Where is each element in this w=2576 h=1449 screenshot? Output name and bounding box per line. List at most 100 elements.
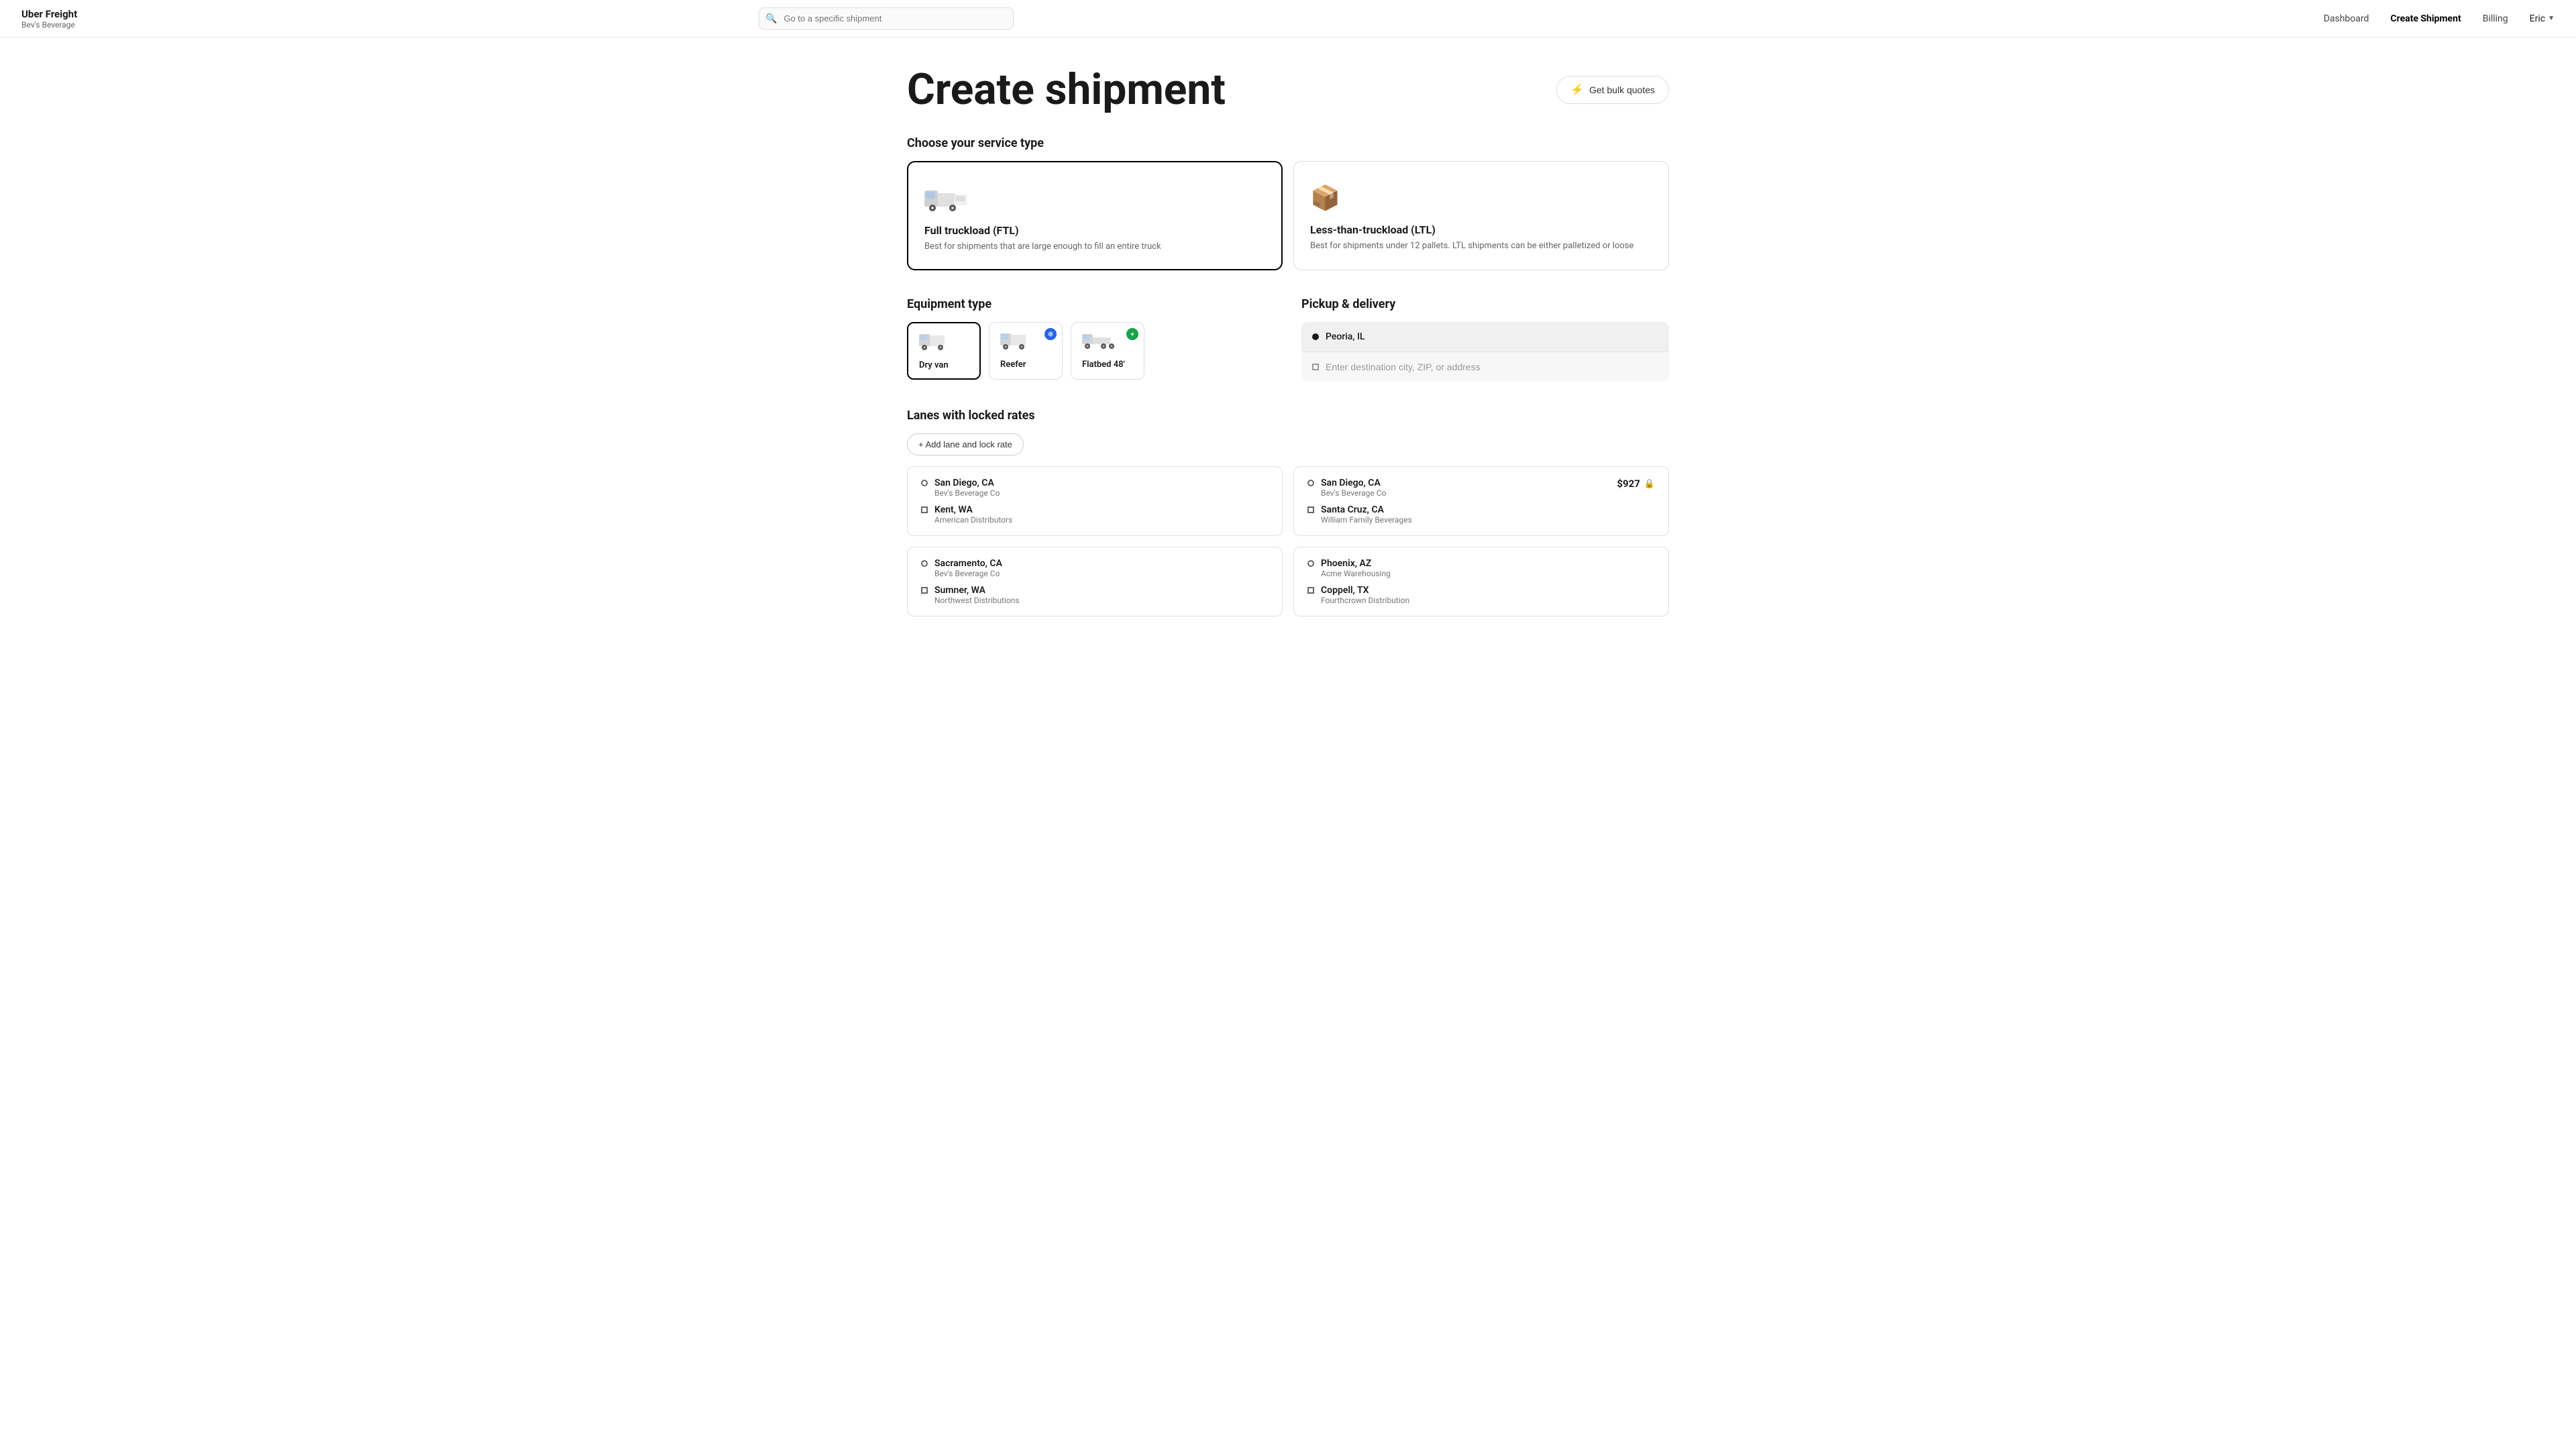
lane-origin-city-3: Phoenix, AZ (1321, 558, 1391, 569)
lane-origin-city-0: San Diego, CA (934, 478, 1000, 488)
dry-van-label: Dry van (919, 360, 949, 370)
lane-origin-company-0: Bev's Beverage Co (934, 488, 1000, 498)
flatbed-truck-icon (1082, 331, 1126, 350)
nav-dashboard[interactable]: Dashboard (2324, 13, 2369, 24)
lanes-heading: Lanes with locked rates (907, 409, 1669, 423)
pickup-delivery-section: Pickup & delivery Peoria, IL (1301, 297, 1669, 382)
lane-dest-city-2: Sumner, WA (934, 585, 1020, 596)
bulk-quotes-button[interactable]: ⚡ Get bulk quotes (1556, 76, 1669, 104)
lane-origin-city-1: San Diego, CA (1321, 478, 1386, 488)
nav-links: Dashboard Create Shipment Billing Eric ▼ (2324, 13, 2555, 24)
brand: Uber Freight Bev's Beverage (21, 8, 77, 30)
add-lane-label: + Add lane and lock rate (918, 439, 1012, 449)
ltl-icon-container: 📦 (1310, 178, 1652, 218)
equip-card-flatbed[interactable]: Flatbed 48' + (1071, 322, 1144, 380)
add-lane-button[interactable]: + Add lane and lock rate (907, 433, 1024, 455)
equipment-pickup-row: Equipment type Dry v (907, 297, 1669, 382)
main-content: Create shipment ⚡ Get bulk quotes Choose… (885, 38, 1690, 643)
reefer-icon (1000, 331, 1037, 354)
lane-dest-row-1: Santa Cruz, CA William Family Beverages (1307, 504, 1617, 525)
lane-dest-row-0: Kent, WA American Distributors (921, 504, 1269, 525)
lane-card-0[interactable]: San Diego, CA Bev's Beverage Co Kent, WA… (907, 466, 1283, 536)
flatbed-badge: + (1126, 328, 1138, 340)
box-icon: 📦 (1310, 184, 1340, 212)
nav-billing[interactable]: Billing (2483, 13, 2508, 24)
navbar: Uber Freight Bev's Beverage 🔍 Dashboard … (0, 0, 2576, 38)
search-container: 🔍 (759, 7, 1014, 30)
brand-name: Uber Freight (21, 8, 77, 20)
lane-origin-company-2: Bev's Beverage Co (934, 569, 1002, 578)
lane-dest-company-0: American Distributors (934, 515, 1012, 525)
page-title: Create shipment (907, 64, 1226, 115)
origin-dot-icon (1312, 333, 1319, 340)
dry-van-truck-icon (919, 331, 956, 350)
lane-card-3[interactable]: Phoenix, AZ Acme Warehousing Coppell, TX… (1293, 547, 1669, 616)
destination-square-icon (1312, 364, 1319, 370)
lane-origin-icon-0 (921, 480, 928, 486)
lane-dest-icon-0 (921, 506, 928, 513)
lanes-grid: San Diego, CA Bev's Beverage Co Kent, WA… (907, 466, 1669, 616)
lane-dest-company-1: William Family Beverages (1321, 515, 1412, 525)
lane-origin-icon-3 (1307, 560, 1314, 567)
lane-card-2[interactable]: Sacramento, CA Bev's Beverage Co Sumner,… (907, 547, 1283, 616)
bolt-icon: ⚡ (1570, 83, 1584, 97)
lane-header-row-1: San Diego, CA Bev's Beverage Co Santa Cr… (1307, 478, 1655, 525)
flatbed-label: Flatbed 48' (1082, 360, 1125, 370)
origin-value: Peoria, IL (1326, 331, 1365, 342)
lane-origin-row-2: Sacramento, CA Bev's Beverage Co (921, 558, 1269, 578)
equipment-type-section: Equipment type Dry v (907, 297, 1275, 382)
lane-origin-icon-1 (1307, 480, 1314, 486)
ftl-desc: Best for shipments that are large enough… (924, 241, 1265, 253)
brand-sub: Bev's Beverage (21, 20, 77, 30)
search-input[interactable] (759, 7, 1014, 30)
lane-dest-icon-2 (921, 587, 928, 594)
lane-origin-icon-2 (921, 560, 928, 567)
lane-dest-icon-1 (1307, 506, 1314, 513)
truck-icon (924, 185, 971, 212)
pickup-delivery-container: Peoria, IL (1301, 322, 1669, 382)
lane-card-1[interactable]: San Diego, CA Bev's Beverage Co Santa Cr… (1293, 466, 1669, 536)
lane-origin-row-3: Phoenix, AZ Acme Warehousing (1307, 558, 1655, 578)
search-icon: 🔍 (765, 13, 777, 24)
equip-card-dry-van[interactable]: Dry van (907, 322, 981, 380)
ltl-desc: Best for shipments under 12 pallets. LTL… (1310, 240, 1652, 252)
service-type-grid: Full truckload (FTL) Best for shipments … (907, 161, 1669, 270)
destination-row[interactable] (1301, 352, 1669, 382)
service-type-heading: Choose your service type (907, 136, 1669, 150)
destination-input[interactable] (1326, 362, 1658, 372)
ftl-title: Full truckload (FTL) (924, 224, 1265, 237)
lane-dest-company-2: Northwest Distributions (934, 596, 1020, 605)
lane-origin-city-2: Sacramento, CA (934, 558, 1002, 569)
page-header: Create shipment ⚡ Get bulk quotes (907, 64, 1669, 115)
ltl-title: Less-than-truckload (LTL) (1310, 223, 1652, 236)
origin-row: Peoria, IL (1301, 322, 1669, 352)
lane-origin-company-3: Acme Warehousing (1321, 569, 1391, 578)
lane-dest-row-2: Sumner, WA Northwest Distributions (921, 585, 1269, 605)
reefer-truck-icon (1000, 331, 1037, 350)
lane-origin-row-1: San Diego, CA Bev's Beverage Co (1307, 478, 1617, 498)
lane-origin-row-0: San Diego, CA Bev's Beverage Co (921, 478, 1269, 498)
lane-origin-company-1: Bev's Beverage Co (1321, 488, 1386, 498)
lanes-section: Lanes with locked rates + Add lane and l… (907, 409, 1669, 616)
dry-van-icon (919, 331, 956, 355)
nav-create-shipment[interactable]: Create Shipment (2390, 13, 2461, 24)
ftl-icon-container (924, 178, 1265, 219)
lane-price-1: $927 🔒 (1617, 478, 1655, 490)
lane-dest-city-3: Coppell, TX (1321, 585, 1409, 596)
service-card-ltl[interactable]: 📦 Less-than-truckload (LTL) Best for shi… (1293, 161, 1669, 270)
lane-price-value-1: $927 (1617, 478, 1640, 490)
equip-card-reefer[interactable]: Reefer ❄ (989, 322, 1063, 380)
nav-user-menu[interactable]: Eric ▼ (2530, 13, 2555, 24)
chevron-down-icon: ▼ (2548, 15, 2555, 22)
service-card-ftl[interactable]: Full truckload (FTL) Best for shipments … (907, 161, 1283, 270)
bulk-quotes-label: Get bulk quotes (1589, 85, 1655, 95)
flatbed-icon (1082, 331, 1126, 354)
lanes-header: + Add lane and lock rate (907, 433, 1669, 455)
lock-icon-1: 🔒 (1644, 479, 1655, 489)
equipment-heading: Equipment type (907, 297, 1275, 311)
lane-dest-icon-3 (1307, 587, 1314, 594)
lane-dest-company-3: Fourthcrown Distribution (1321, 596, 1409, 605)
lane-dest-city-0: Kent, WA (934, 504, 1012, 515)
lane-dest-row-3: Coppell, TX Fourthcrown Distribution (1307, 585, 1655, 605)
reefer-label: Reefer (1000, 360, 1026, 370)
